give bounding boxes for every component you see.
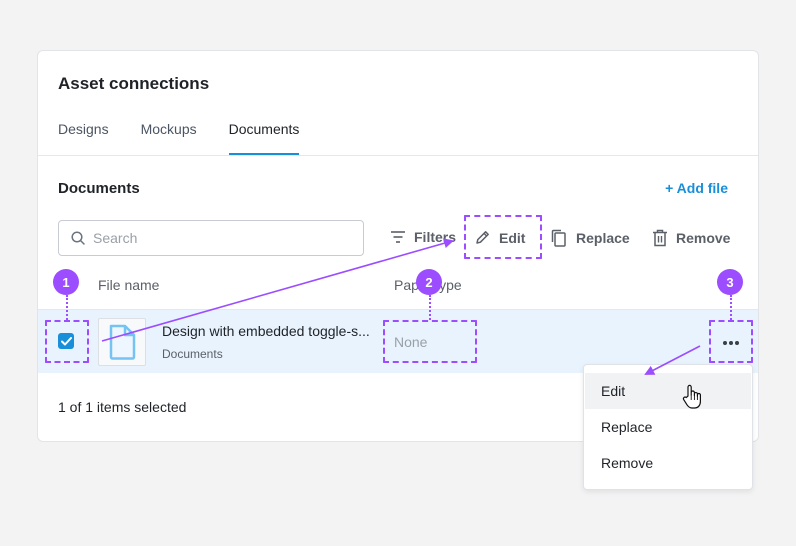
hand-pointer-icon [682, 384, 701, 409]
arrow-to-edit-button [101, 238, 454, 342]
arrow-to-edit-menu-item [644, 345, 701, 375]
annotation-arrows [101, 238, 701, 375]
